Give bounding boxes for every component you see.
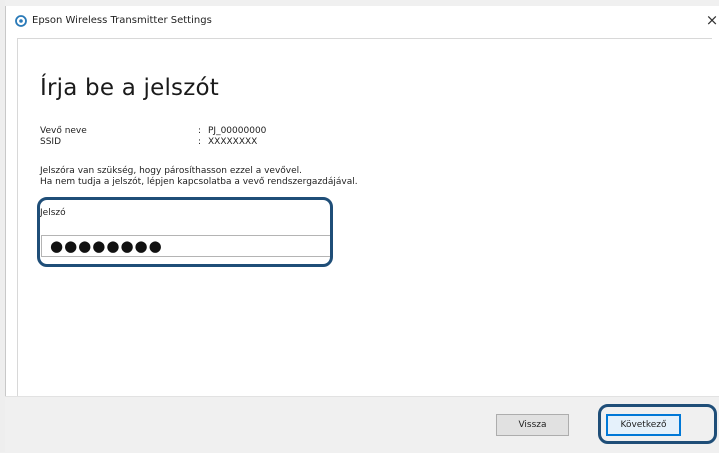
ssid-value: XXXXXXXX bbox=[208, 137, 258, 147]
dialog-footer: Vissza Következő bbox=[5, 396, 719, 453]
close-icon: × bbox=[705, 11, 719, 29]
ssid-label: SSID bbox=[40, 137, 62, 147]
password-label: Jelszó bbox=[40, 208, 66, 218]
info-message-line1: Jelszóra van szükség, hogy párosíthasson… bbox=[40, 166, 302, 176]
receiver-name-label: Vevő neve bbox=[40, 126, 87, 136]
window-title: Epson Wireless Transmitter Settings bbox=[32, 15, 212, 26]
content-panel: Írja be a jelszót Vevő neve : PJ_0000000… bbox=[17, 38, 712, 396]
back-button[interactable]: Vissza bbox=[496, 414, 569, 436]
page-title: Írja be a jelszót bbox=[40, 75, 219, 101]
next-button[interactable]: Következő bbox=[606, 414, 681, 436]
password-input[interactable] bbox=[41, 235, 333, 257]
receiver-name-separator: : bbox=[198, 126, 202, 136]
title-bar: Epson Wireless Transmitter Settings × bbox=[6, 6, 719, 36]
ssid-separator: : bbox=[198, 137, 202, 147]
receiver-name-value: PJ_00000000 bbox=[208, 126, 267, 136]
info-message-line2: Ha nem tudja a jelszót, lépjen kapcsolat… bbox=[40, 177, 358, 187]
epson-app-icon bbox=[15, 15, 27, 27]
close-button[interactable]: × bbox=[704, 11, 719, 29]
